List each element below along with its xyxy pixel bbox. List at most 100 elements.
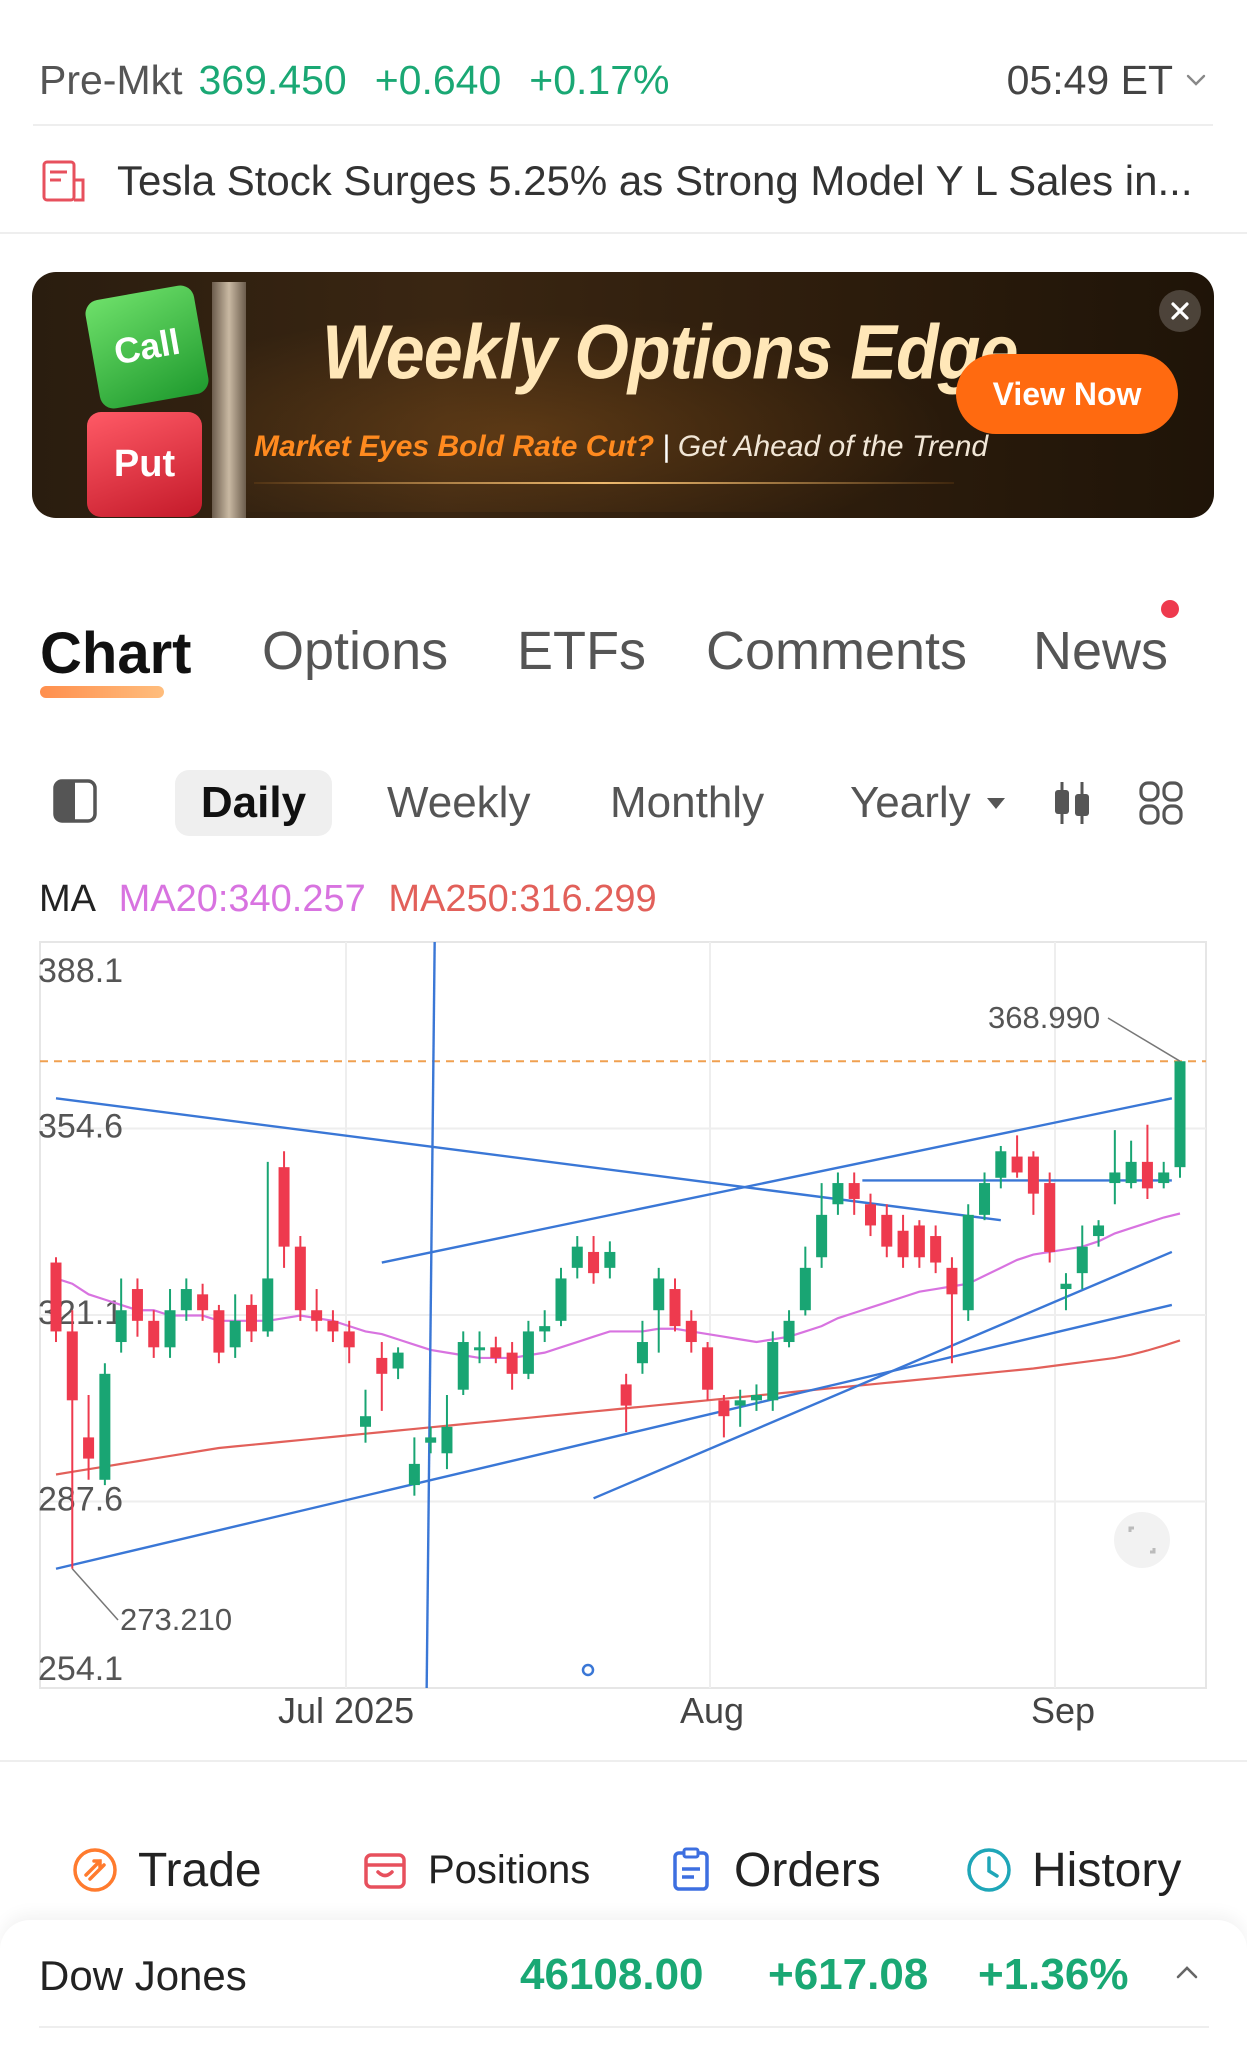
chart-canvas[interactable]: 388.1354.6321.1287.6254.1368.990273.210	[38, 940, 1208, 1690]
period-monthly[interactable]: Monthly	[610, 770, 764, 836]
candle-body	[571, 1246, 583, 1268]
candle-body	[343, 1331, 355, 1348]
candle-body	[522, 1331, 534, 1374]
candle-body	[1044, 1183, 1056, 1252]
history-button[interactable]: History	[964, 1830, 1181, 1910]
candle-body	[783, 1320, 795, 1343]
candlestick-chart[interactable]: 388.1 354.6 321.1 287.6 254.1 368.990 273.210	[38, 940, 1208, 1690]
y-tick-label: 354.6	[38, 1108, 123, 1146]
candle-body	[1093, 1225, 1105, 1237]
call-sign: Call	[83, 283, 211, 411]
candle-body	[995, 1151, 1007, 1178]
banner-separator: |	[662, 430, 670, 463]
candle-body	[636, 1342, 648, 1364]
period-daily[interactable]: Daily	[175, 770, 332, 836]
candle-body	[930, 1236, 942, 1263]
divider	[33, 124, 1213, 126]
candle-body	[441, 1426, 453, 1454]
low-label-leader	[71, 1568, 119, 1621]
candle-body	[115, 1310, 127, 1343]
candle-body	[604, 1251, 616, 1268]
y-tick-label: 254.1	[38, 1650, 123, 1688]
indicators-grid-icon[interactable]	[1138, 780, 1184, 826]
trade-icon	[73, 1848, 117, 1892]
action-bar: Trade Positions Orders History	[0, 1830, 1247, 1910]
market-time-dropdown[interactable]: 05:49 ET	[1007, 57, 1209, 104]
tab-etfs[interactable]: ETFs	[517, 620, 646, 682]
chevron-down-icon	[1186, 74, 1206, 86]
candle-body	[620, 1384, 632, 1406]
candle-body	[702, 1347, 714, 1390]
y-tick-label: 287.6	[38, 1481, 123, 1519]
candle-body	[555, 1278, 567, 1321]
index-ticker[interactable]: Dow Jones 46108.00 +617.08 +1.36%	[0, 1920, 1247, 2048]
trade-label: Trade	[138, 1843, 262, 1897]
candle-body	[1141, 1161, 1153, 1189]
promo-banner[interactable]: Call Put Weekly Options Edge Market Eyes…	[32, 272, 1214, 518]
candle-body	[1109, 1172, 1121, 1184]
tab-options[interactable]: Options	[262, 620, 448, 682]
high-price-label: 368.990	[988, 1000, 1100, 1035]
candle-body	[1076, 1246, 1088, 1274]
low-price-label: 273.210	[120, 1602, 232, 1637]
candle-body	[360, 1416, 372, 1427]
candle-body	[848, 1183, 860, 1199]
candle-body	[229, 1320, 241, 1348]
fullscreen-button[interactable]	[1114, 1512, 1170, 1568]
tab-news[interactable]: News	[1033, 620, 1168, 682]
period-yearly-dropdown[interactable]: Yearly	[850, 770, 1005, 836]
ma-label: MA	[39, 878, 96, 920]
period-weekly[interactable]: Weekly	[387, 770, 530, 836]
drawing-anchor-dot	[581, 1663, 595, 1677]
period-yearly-label: Yearly	[850, 778, 971, 827]
candle-body	[278, 1167, 290, 1247]
candle-body	[962, 1214, 974, 1311]
y-tick-label: 388.1	[38, 952, 123, 990]
candle-body	[164, 1310, 176, 1348]
candle-body	[1027, 1156, 1039, 1194]
view-now-button[interactable]: View Now	[956, 354, 1178, 434]
candle-body	[213, 1310, 225, 1353]
banner-close-button[interactable]	[1159, 290, 1201, 332]
candle-body	[180, 1289, 192, 1311]
premarket-row[interactable]: Pre-Mkt 369.450 +0.640 +0.17% 05:49 ET	[39, 56, 1209, 104]
banner-sub-highlight: Market Eyes Bold Rate Cut?	[254, 430, 655, 463]
divider	[39, 2026, 1209, 2028]
candle-body	[718, 1400, 730, 1417]
candle-body	[1011, 1156, 1023, 1173]
candle-body	[131, 1289, 143, 1321]
candle-body	[881, 1214, 893, 1247]
news-unread-badge	[1161, 600, 1179, 618]
banner-subtitle: Market Eyes Bold Rate Cut? | Get Ahead o…	[254, 430, 988, 464]
ma20-value: MA20:340.257	[118, 878, 366, 920]
candle-body	[864, 1204, 876, 1226]
index-change: +617.08	[768, 1950, 929, 1999]
banner-underline	[254, 482, 954, 484]
candle-body	[425, 1437, 437, 1443]
candle-body	[1060, 1283, 1072, 1290]
candle-body	[311, 1310, 323, 1321]
dropdown-triangle-icon	[986, 797, 1005, 809]
tab-chart[interactable]: Chart	[40, 620, 191, 687]
candle-body	[734, 1400, 746, 1406]
candle-body	[327, 1320, 339, 1332]
tab-comments[interactable]: Comments	[706, 620, 967, 682]
orders-button[interactable]: Orders	[666, 1830, 881, 1910]
candle-body	[897, 1230, 909, 1258]
candle-body	[767, 1342, 779, 1401]
candle-body	[148, 1320, 160, 1348]
chevron-up-icon[interactable]	[1172, 1958, 1202, 1988]
candle-body	[376, 1357, 388, 1374]
positions-button[interactable]: Positions	[360, 1830, 590, 1910]
trade-button[interactable]: Trade	[70, 1830, 262, 1910]
index-percent: +1.36%	[978, 1950, 1129, 1999]
candle-body	[816, 1214, 828, 1258]
news-headline-row[interactable]: Tesla Stock Surges 5.25% as Strong Model…	[39, 150, 1219, 212]
candle-body	[197, 1294, 209, 1311]
positions-label: Positions	[428, 1847, 591, 1892]
news-icon	[42, 160, 85, 202]
side-panel-icon[interactable]	[52, 778, 98, 824]
candlestick-type-icon[interactable]	[1050, 780, 1094, 826]
index-value: 46108.00	[520, 1950, 704, 1999]
candle-body	[979, 1183, 991, 1215]
